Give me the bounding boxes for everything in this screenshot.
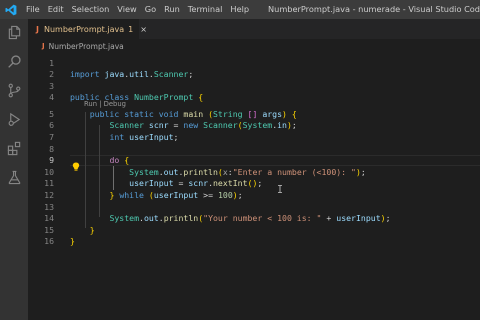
code-line[interactable]: 13 (28, 202, 480, 214)
line-number: 1 (49, 57, 54, 68)
code-line[interactable]: 14 System.out.println("Your number < 100… (28, 213, 480, 225)
breadcrumb-file[interactable]: NumberPrompt.java (49, 42, 124, 51)
line-number: 16 (44, 236, 54, 247)
code-text: public static void main (String [] args)… (89, 108, 297, 119)
code-text: System.out.println("Your number < 100 is… (109, 213, 391, 224)
code-line[interactable]: 15 } (28, 225, 480, 237)
line-number: 11 (44, 178, 54, 189)
code-text: do { (109, 155, 130, 166)
code-line[interactable]: 2 import java.util.Scanner; (28, 69, 480, 81)
code-editor[interactable]: Run | Debug 1 2 import java.util.Scanner; 3… (28, 53, 480, 320)
line-number: 4 (49, 92, 54, 103)
code-line[interactable]: 7 int userInput; (28, 132, 480, 144)
line-number: 2 (49, 69, 54, 80)
code-text: int userInput; (109, 131, 179, 142)
mouse-cursor-icon (278, 178, 282, 193)
code-text: System.out.println(x:"Enter a number (<1… (129, 166, 366, 177)
line-number: 8 (49, 143, 54, 154)
line-number: 9 (49, 155, 54, 166)
menu-run[interactable]: Run (160, 0, 184, 19)
problem-count-badge: 1 (128, 25, 134, 34)
code-text: import java.util.Scanner; (70, 69, 194, 80)
breadcrumb: J NumberPrompt.java (28, 39, 480, 53)
menu-file[interactable]: File (22, 0, 44, 19)
code-text: } (70, 236, 75, 247)
code-text: public class NumberPrompt { (70, 92, 204, 103)
code-line[interactable]: 4 public class NumberPrompt { (28, 92, 480, 104)
line-number: 14 (44, 213, 54, 224)
close-icon[interactable]: × (140, 25, 147, 34)
java-file-icon: J (42, 42, 45, 50)
editor-tab-bar: J NumberPrompt.java 1 × (28, 19, 480, 39)
extensions-icon[interactable] (6, 140, 22, 156)
code-line[interactable]: 12 } while (userInput >= 100); (28, 190, 480, 202)
code-text: } while (userInput >= 100); (109, 189, 243, 200)
code-line[interactable]: 6 Scanner scnr = new Scanner(System.in); (28, 120, 480, 132)
code-text: Scanner scnr = new Scanner(System.in); (109, 120, 297, 131)
menu-view[interactable]: View (113, 0, 140, 19)
run-debug-icon[interactable] (6, 111, 22, 127)
source-control-icon[interactable] (6, 82, 22, 98)
code-line[interactable]: 11 userInput = scnr.nextInt(); (28, 178, 480, 190)
testing-icon[interactable] (6, 169, 22, 185)
code-line[interactable]: 16} (28, 236, 480, 248)
java-file-icon: J (36, 25, 39, 34)
code-line[interactable]: 8 (28, 144, 480, 156)
tab-label: NumberPrompt.java (43, 25, 125, 34)
code-line[interactable]: 10 System.out.println(x:"Enter a number … (28, 167, 480, 179)
line-number: 12 (44, 189, 54, 200)
line-number: 13 (44, 201, 54, 212)
code-line[interactable]: 1 (28, 58, 480, 70)
menu-go[interactable]: Go (141, 0, 160, 19)
code-text: userInput = scnr.nextInt(); (129, 178, 263, 189)
line-number: 7 (49, 131, 54, 142)
line-number: 10 (44, 166, 54, 177)
tab-numberprompt-java[interactable]: J NumberPrompt.java 1 × (28, 19, 147, 39)
code-line[interactable]: 9 do { (28, 155, 480, 167)
explorer-icon[interactable] (6, 24, 22, 40)
code-line[interactable]: 3 (28, 81, 480, 93)
activity-bar (0, 19, 28, 320)
title-bar: File Edit Selection View Go Run Terminal… (0, 0, 480, 19)
line-number: 6 (49, 120, 54, 131)
code-line[interactable]: 5 public static void main (String [] arg… (28, 109, 480, 121)
menu-selection[interactable]: Selection (68, 0, 114, 19)
search-icon[interactable] (6, 53, 22, 69)
window-title: NumberPrompt.java - numerade - Visual St… (268, 4, 480, 14)
vscode-logo-icon (0, 0, 22, 19)
menu-terminal[interactable]: Terminal (184, 0, 227, 19)
line-number: 3 (49, 80, 54, 91)
menu-edit[interactable]: Edit (44, 0, 68, 19)
menu-bar: File Edit Selection View Go Run Terminal… (22, 0, 253, 19)
line-number: 5 (49, 108, 54, 119)
menu-help[interactable]: Help (226, 0, 253, 19)
code-text: } (89, 224, 95, 235)
line-number: 15 (44, 224, 54, 235)
